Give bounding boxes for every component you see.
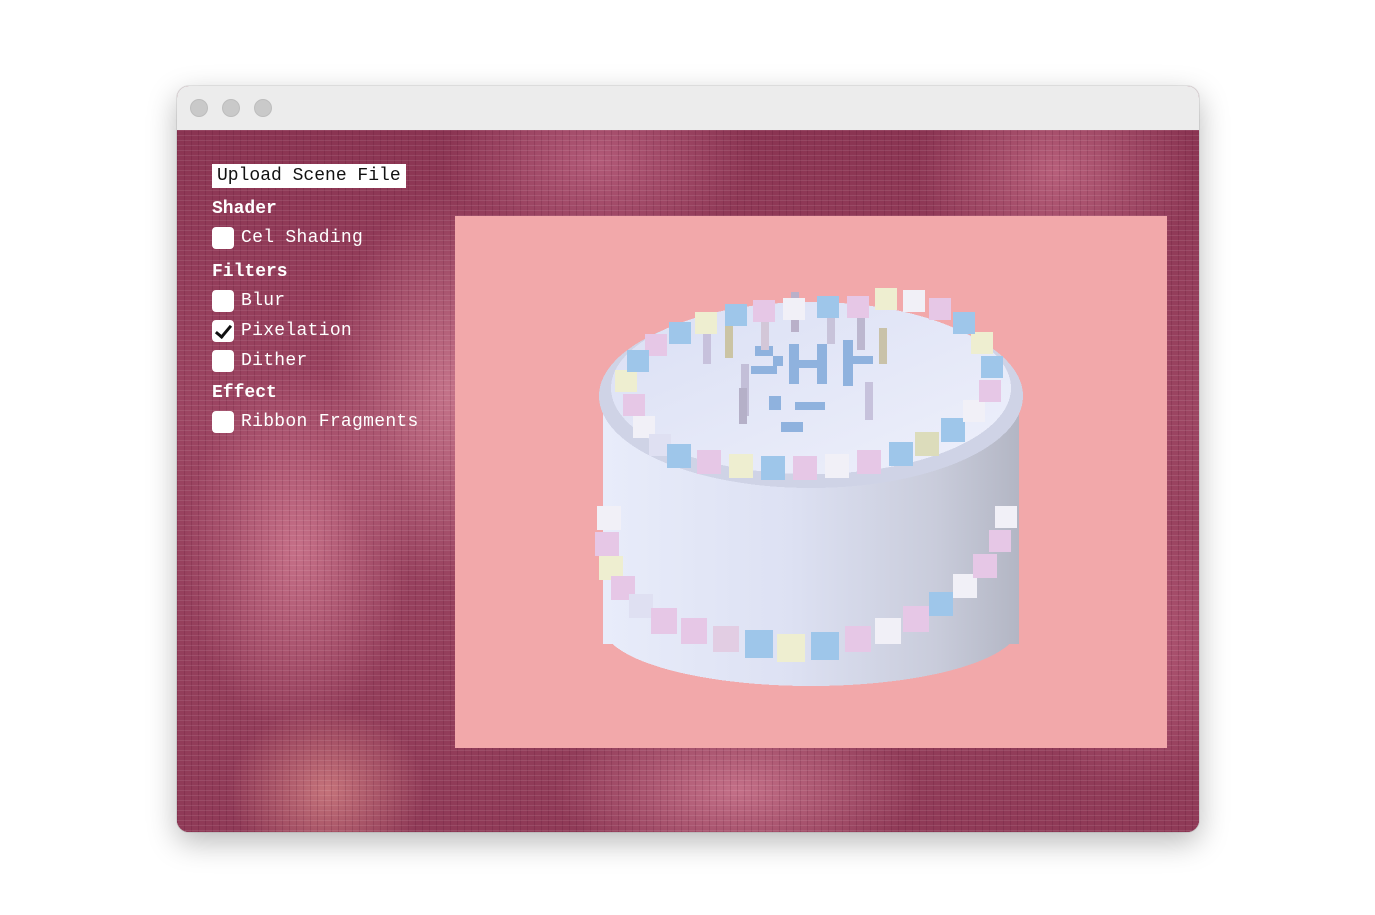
blur-checkbox[interactable] [212, 290, 234, 312]
option-label: Ribbon Fragments [241, 412, 419, 432]
app-viewport: Upload Scene File Shader Cel Shading Fil… [177, 130, 1199, 832]
cake-icon [595, 288, 1023, 686]
checkmark-icon [214, 320, 233, 340]
dither-checkbox[interactable] [212, 350, 234, 372]
section-title-shader: Shader [212, 199, 277, 219]
close-window-button[interactable] [190, 99, 208, 117]
option-label: Pixelation [241, 321, 353, 341]
option-cel-shading[interactable]: Cel Shading [212, 223, 419, 253]
option-label: Cel Shading [241, 228, 364, 248]
upload-scene-file-button[interactable]: Upload Scene File [212, 164, 406, 188]
minimize-window-button[interactable] [222, 99, 240, 117]
option-label: Dither [241, 351, 308, 371]
pixelation-checkbox[interactable] [212, 320, 234, 342]
ribbon-fragments-checkbox[interactable] [212, 411, 234, 433]
control-panel: Upload Scene File Shader Cel Shading Fil… [212, 164, 419, 437]
title-bar [177, 86, 1199, 131]
scene-canvas[interactable] [455, 216, 1167, 748]
app-window: Upload Scene File Shader Cel Shading Fil… [177, 86, 1199, 832]
maximize-window-button[interactable] [254, 99, 272, 117]
option-ribbon-fragments[interactable]: Ribbon Fragments [212, 407, 419, 437]
option-blur[interactable]: Blur [212, 286, 419, 316]
section-title-filters: Filters [212, 262, 288, 282]
option-label: Blur [241, 291, 286, 311]
option-pixelation[interactable]: Pixelation [212, 316, 419, 346]
section-title-effect: Effect [212, 383, 277, 403]
option-dither[interactable]: Dither [212, 346, 419, 376]
cel-shading-checkbox[interactable] [212, 227, 234, 249]
